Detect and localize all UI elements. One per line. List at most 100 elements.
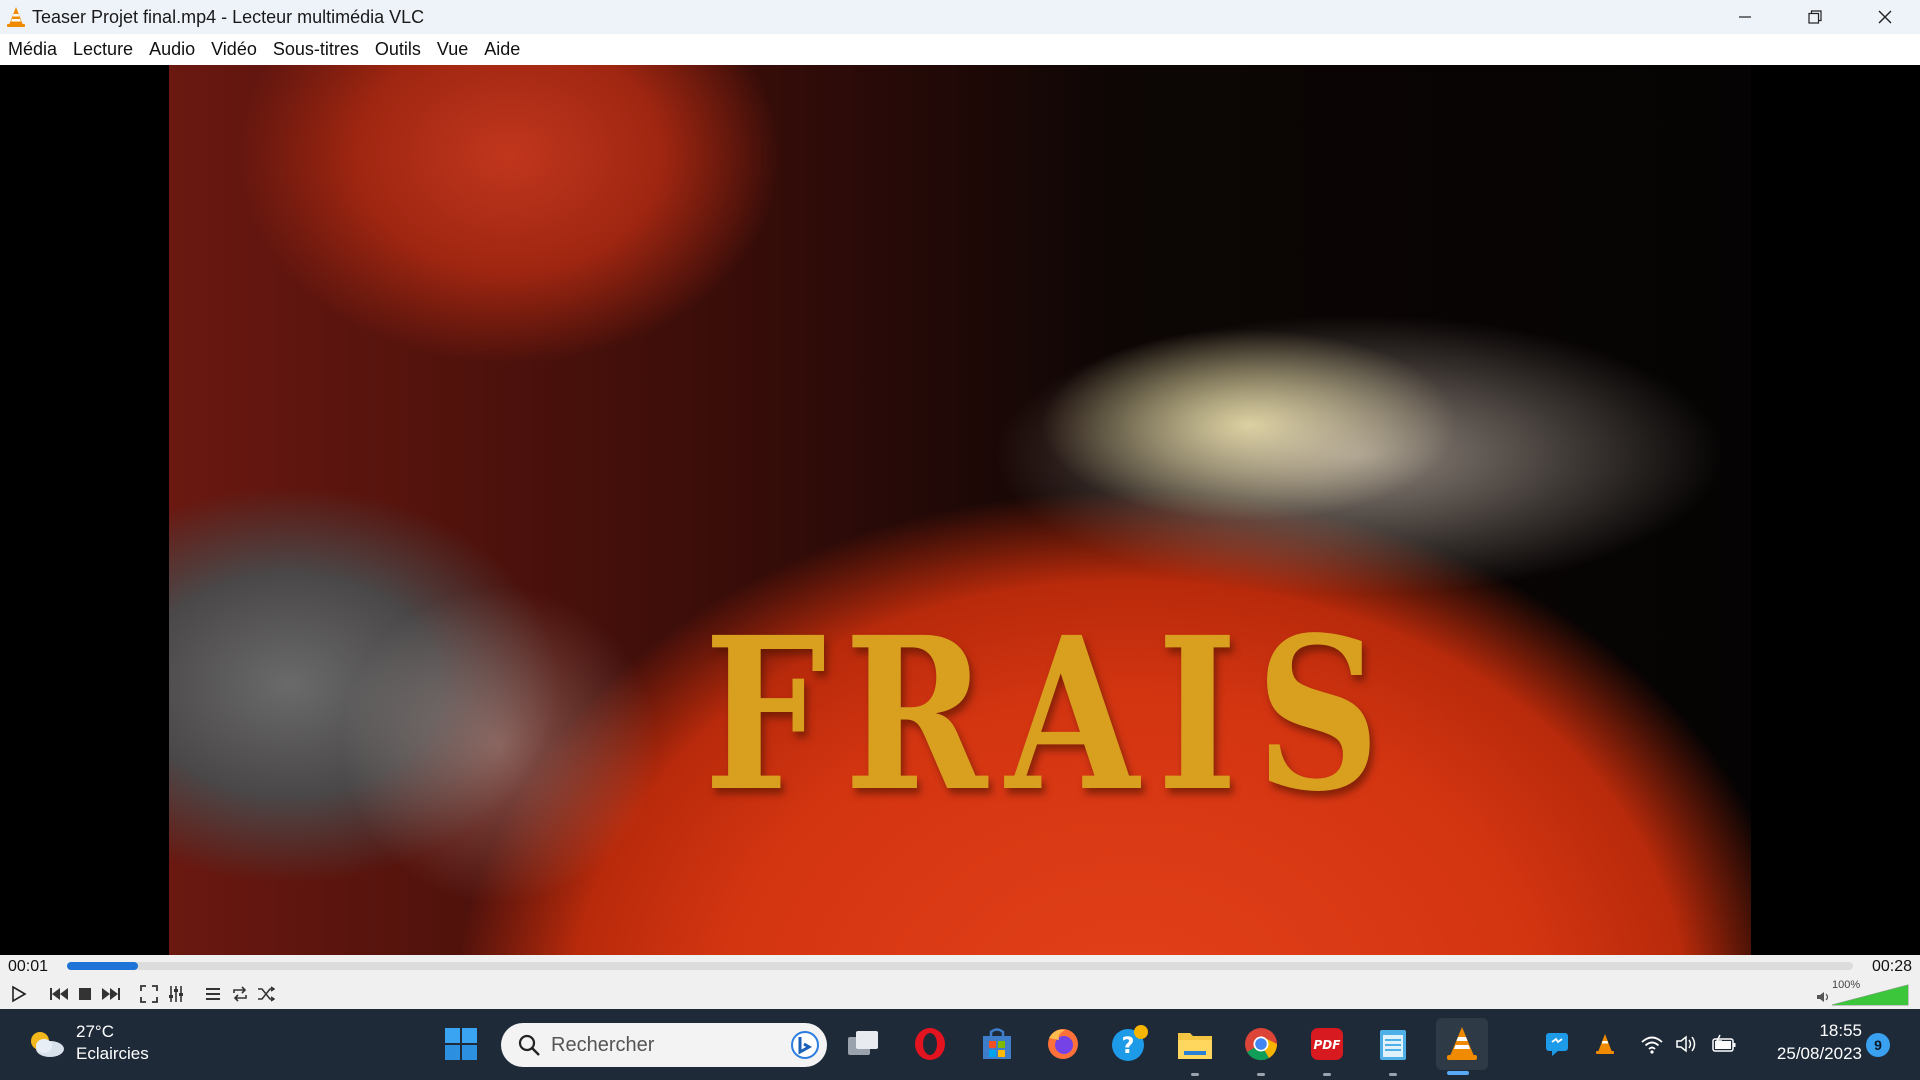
pdf-reader-button[interactable]: PDF bbox=[1305, 1022, 1349, 1066]
chrome-running-indicator bbox=[1257, 1073, 1265, 1076]
menu-video[interactable]: Vidéo bbox=[203, 34, 265, 65]
window-title: Teaser Projet final.mp4 - Lecteur multim… bbox=[32, 6, 425, 27]
pdf-running-indicator bbox=[1323, 1073, 1331, 1076]
playlist-icon bbox=[206, 988, 220, 1000]
seek-row: 00:01 00:28 bbox=[0, 955, 1920, 979]
minimize-icon bbox=[1739, 16, 1751, 18]
video-area[interactable]: FRAIS bbox=[0, 65, 1920, 955]
loop-button[interactable] bbox=[228, 983, 252, 1005]
control-buttons: 100% bbox=[0, 979, 1920, 1009]
title-bar[interactable]: Teaser Projet final.mp4 - Lecteur multim… bbox=[0, 0, 1920, 34]
extended-settings-button[interactable] bbox=[164, 983, 188, 1005]
restore-button[interactable] bbox=[1780, 0, 1850, 34]
shuffle-button[interactable] bbox=[254, 983, 278, 1005]
firefox-icon bbox=[1048, 1029, 1078, 1059]
current-time: 00:01 bbox=[8, 958, 49, 975]
wifi-icon bbox=[1641, 1036, 1663, 1054]
taskbar-search[interactable]: Rechercher bbox=[501, 1023, 827, 1067]
close-button[interactable] bbox=[1850, 0, 1920, 34]
explorer-running-indicator bbox=[1191, 1073, 1199, 1076]
fullscreen-button[interactable] bbox=[137, 983, 161, 1005]
vlc-tray-icon bbox=[1596, 1034, 1614, 1054]
vlc-window: Teaser Projet final.mp4 - Lecteur multim… bbox=[0, 0, 1920, 1080]
task-view-icon bbox=[848, 1031, 878, 1055]
svg-text:?: ? bbox=[1122, 1034, 1135, 1059]
player-controls: 00:01 00:28 100% bbox=[0, 955, 1920, 1009]
menu-media[interactable]: Média bbox=[0, 34, 65, 65]
vlc-taskbar-button[interactable] bbox=[1436, 1018, 1488, 1070]
vlc-active-indicator bbox=[1447, 1071, 1469, 1075]
previous-button[interactable] bbox=[47, 983, 71, 1005]
next-button[interactable] bbox=[99, 983, 123, 1005]
menu-bar: Média Lecture Audio Vidéo Sous-titres Ou… bbox=[0, 34, 1920, 65]
file-explorer-button[interactable] bbox=[1173, 1022, 1217, 1066]
window-controls bbox=[1710, 0, 1920, 34]
microsoft-store-button[interactable] bbox=[975, 1022, 1019, 1066]
play-button[interactable] bbox=[6, 983, 30, 1005]
windows-logo-icon bbox=[445, 1028, 477, 1060]
tray-messenger[interactable] bbox=[1542, 1027, 1572, 1061]
get-help-button[interactable]: ? bbox=[1107, 1022, 1151, 1066]
store-icon bbox=[983, 1028, 1011, 1059]
play-icon bbox=[12, 985, 27, 1003]
search-placeholder: Rechercher bbox=[551, 1033, 655, 1056]
clock-date: 25/08/2023 bbox=[1776, 1044, 1862, 1063]
weather-widget[interactable]: 27°C Eclaircies bbox=[26, 1021, 149, 1065]
tomato-highlight bbox=[339, 585, 659, 905]
menu-help[interactable]: Aide bbox=[476, 34, 528, 65]
menu-audio[interactable]: Audio bbox=[141, 34, 203, 65]
shuffle-icon bbox=[258, 986, 275, 1002]
menu-subtitles[interactable]: Sous-titres bbox=[265, 34, 367, 65]
close-icon bbox=[1878, 10, 1892, 24]
taskbar-clock[interactable]: 18:55 25/08/2023 bbox=[1752, 1019, 1862, 1065]
opera-taskbar-button[interactable] bbox=[908, 1022, 952, 1066]
notepad-icon bbox=[1380, 1030, 1406, 1060]
battery-charging-icon bbox=[1712, 1034, 1736, 1052]
volume-slider[interactable]: 100% bbox=[1814, 979, 1914, 1007]
tray-volume[interactable] bbox=[1672, 1027, 1702, 1061]
volume-icon bbox=[1676, 1035, 1696, 1053]
chat-icon bbox=[1546, 1033, 1568, 1056]
weather-description: Eclaircies bbox=[76, 1044, 149, 1063]
menu-lecture[interactable]: Lecture bbox=[65, 34, 141, 65]
notepad-button[interactable] bbox=[1371, 1022, 1415, 1066]
folder-icon bbox=[1178, 1033, 1212, 1059]
vlc-icon bbox=[1447, 1027, 1477, 1060]
minimize-button[interactable] bbox=[1710, 0, 1780, 34]
extended-settings-icon bbox=[169, 986, 183, 1002]
weather-temperature: 27°C bbox=[76, 1022, 114, 1041]
svg-text:PDF: PDF bbox=[1314, 1038, 1342, 1052]
task-view-button[interactable] bbox=[842, 1022, 886, 1066]
restore-icon bbox=[1808, 10, 1822, 24]
menu-view[interactable]: Vue bbox=[429, 34, 476, 65]
video-overlay-title: FRAIS bbox=[704, 591, 1399, 838]
partly-sunny-icon bbox=[31, 1032, 64, 1057]
total-time: 00:28 bbox=[1871, 958, 1912, 975]
chrome-icon bbox=[1245, 1028, 1278, 1061]
menu-tools[interactable]: Outils bbox=[367, 34, 429, 65]
vlc-cone-icon bbox=[5, 5, 27, 29]
notification-badge[interactable]: 9 bbox=[1866, 1033, 1890, 1057]
tray-vlc[interactable] bbox=[1590, 1027, 1620, 1061]
previous-icon bbox=[50, 988, 68, 1000]
video-frame[interactable]: FRAIS bbox=[169, 65, 1751, 955]
start-button[interactable] bbox=[439, 1022, 483, 1066]
notepad-running-indicator bbox=[1389, 1073, 1397, 1076]
clock-time: 18:55 bbox=[1819, 1021, 1862, 1040]
stop-icon bbox=[79, 988, 91, 1000]
firefox-taskbar-button[interactable] bbox=[1041, 1022, 1085, 1066]
stop-button[interactable] bbox=[73, 983, 97, 1005]
tray-wifi[interactable] bbox=[1637, 1027, 1667, 1061]
search-icon bbox=[518, 1034, 540, 1056]
playlist-button[interactable] bbox=[201, 983, 225, 1005]
tray-battery[interactable] bbox=[1709, 1027, 1739, 1061]
loop-icon bbox=[233, 986, 247, 1002]
seek-progress bbox=[67, 962, 139, 970]
speaker-icon bbox=[1817, 992, 1829, 1002]
fullscreen-icon bbox=[140, 985, 158, 1003]
seek-bar[interactable] bbox=[67, 962, 1853, 970]
pdf-icon: PDF bbox=[1311, 1028, 1343, 1060]
help-icon: ? bbox=[1112, 1025, 1148, 1061]
volume-level bbox=[1832, 984, 1909, 1006]
chrome-taskbar-button[interactable] bbox=[1239, 1022, 1283, 1066]
